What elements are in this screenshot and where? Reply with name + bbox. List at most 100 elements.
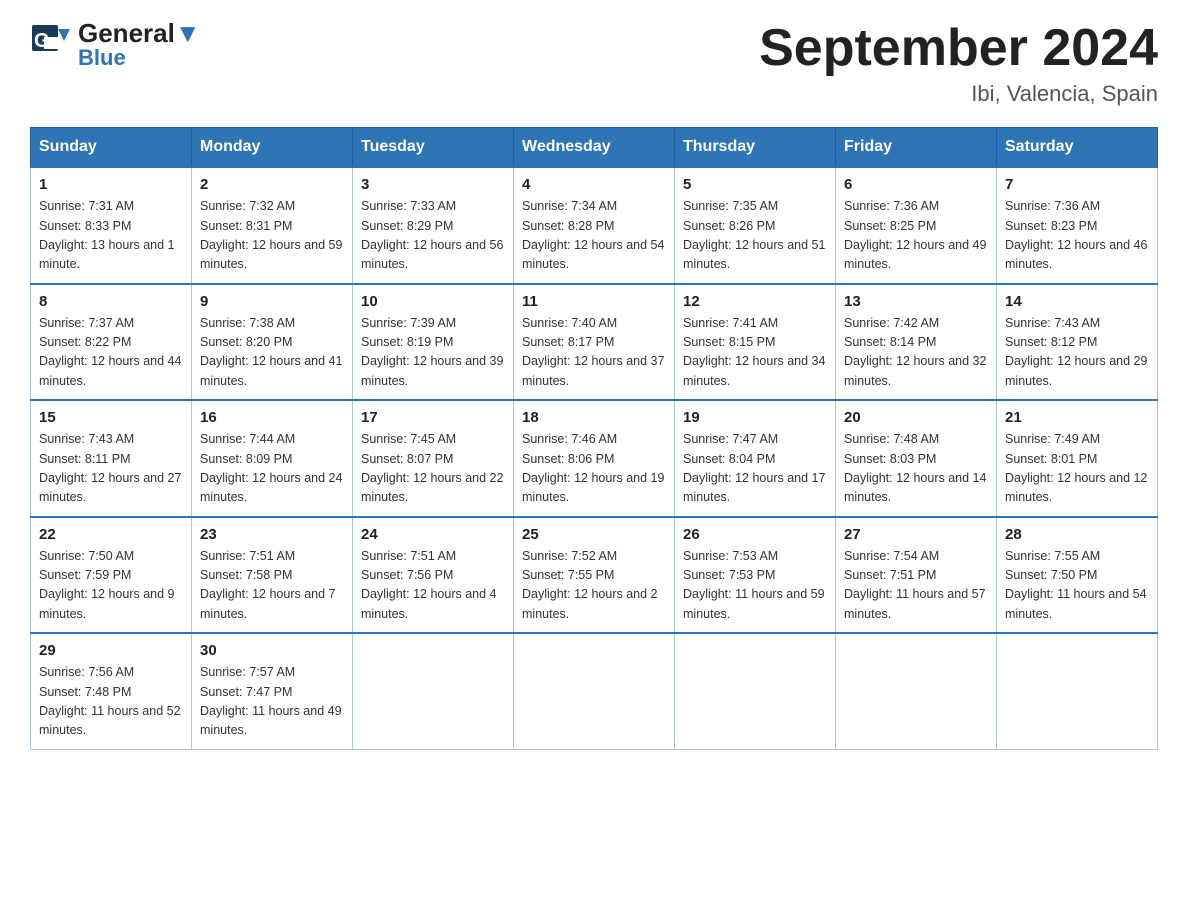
calendar-cell: 1 Sunrise: 7:31 AMSunset: 8:33 PMDayligh… [31,167,192,284]
day-info: Sunrise: 7:48 AMSunset: 8:03 PMDaylight:… [844,430,988,508]
day-info: Sunrise: 7:54 AMSunset: 7:51 PMDaylight:… [844,547,988,625]
day-number: 18 [522,409,666,426]
day-info: Sunrise: 7:36 AMSunset: 8:25 PMDaylight:… [844,197,988,275]
day-number: 9 [200,293,344,310]
day-info: Sunrise: 7:34 AMSunset: 8:28 PMDaylight:… [522,197,666,275]
col-sunday: Sunday [31,128,192,168]
calendar-cell: 15 Sunrise: 7:43 AMSunset: 8:11 PMDaylig… [31,400,192,517]
svg-text:G: G [34,30,50,52]
calendar-cell: 25 Sunrise: 7:52 AMSunset: 7:55 PMDaylig… [514,517,675,634]
col-saturday: Saturday [997,128,1158,168]
day-info: Sunrise: 7:36 AMSunset: 8:23 PMDaylight:… [1005,197,1149,275]
day-number: 29 [39,642,183,659]
day-number: 13 [844,293,988,310]
day-info: Sunrise: 7:53 AMSunset: 7:53 PMDaylight:… [683,547,827,625]
day-info: Sunrise: 7:35 AMSunset: 8:26 PMDaylight:… [683,197,827,275]
logo-icon: G [30,23,74,67]
col-friday: Friday [836,128,997,168]
logo-text-blue: Blue [78,46,201,70]
day-info: Sunrise: 7:47 AMSunset: 8:04 PMDaylight:… [683,430,827,508]
day-info: Sunrise: 7:45 AMSunset: 8:07 PMDaylight:… [361,430,505,508]
day-number: 2 [200,176,344,193]
page-title: September 2024 [759,20,1158,77]
col-monday: Monday [192,128,353,168]
title-section: September 2024 Ibi, Valencia, Spain [759,20,1158,107]
page-subtitle: Ibi, Valencia, Spain [759,81,1158,107]
day-number: 27 [844,526,988,543]
calendar-cell: 20 Sunrise: 7:48 AMSunset: 8:03 PMDaylig… [836,400,997,517]
day-number: 10 [361,293,505,310]
day-info: Sunrise: 7:50 AMSunset: 7:59 PMDaylight:… [39,547,183,625]
day-number: 12 [683,293,827,310]
day-number: 5 [683,176,827,193]
calendar-cell: 22 Sunrise: 7:50 AMSunset: 7:59 PMDaylig… [31,517,192,634]
week-row-3: 15 Sunrise: 7:43 AMSunset: 8:11 PMDaylig… [31,400,1158,517]
calendar-cell: 10 Sunrise: 7:39 AMSunset: 8:19 PMDaylig… [353,284,514,401]
day-info: Sunrise: 7:33 AMSunset: 8:29 PMDaylight:… [361,197,505,275]
calendar-cell: 24 Sunrise: 7:51 AMSunset: 7:56 PMDaylig… [353,517,514,634]
calendar-cell [675,633,836,749]
calendar-cell: 3 Sunrise: 7:33 AMSunset: 8:29 PMDayligh… [353,167,514,284]
day-info: Sunrise: 7:49 AMSunset: 8:01 PMDaylight:… [1005,430,1149,508]
logo: G General▼ Blue [30,20,201,70]
day-number: 15 [39,409,183,426]
day-number: 28 [1005,526,1149,543]
calendar-cell: 19 Sunrise: 7:47 AMSunset: 8:04 PMDaylig… [675,400,836,517]
calendar-cell [514,633,675,749]
day-number: 19 [683,409,827,426]
day-number: 7 [1005,176,1149,193]
day-info: Sunrise: 7:41 AMSunset: 8:15 PMDaylight:… [683,314,827,392]
day-number: 21 [1005,409,1149,426]
week-row-1: 1 Sunrise: 7:31 AMSunset: 8:33 PMDayligh… [31,167,1158,284]
day-number: 11 [522,293,666,310]
calendar-cell: 13 Sunrise: 7:42 AMSunset: 8:14 PMDaylig… [836,284,997,401]
calendar-cell: 5 Sunrise: 7:35 AMSunset: 8:26 PMDayligh… [675,167,836,284]
day-info: Sunrise: 7:55 AMSunset: 7:50 PMDaylight:… [1005,547,1149,625]
day-number: 26 [683,526,827,543]
day-number: 8 [39,293,183,310]
day-number: 22 [39,526,183,543]
calendar-cell: 11 Sunrise: 7:40 AMSunset: 8:17 PMDaylig… [514,284,675,401]
day-number: 17 [361,409,505,426]
page-header: G General▼ Blue September 2024 Ibi, Vale… [30,20,1158,107]
day-number: 23 [200,526,344,543]
day-info: Sunrise: 7:51 AMSunset: 7:58 PMDaylight:… [200,547,344,625]
calendar-cell: 26 Sunrise: 7:53 AMSunset: 7:53 PMDaylig… [675,517,836,634]
day-info: Sunrise: 7:51 AMSunset: 7:56 PMDaylight:… [361,547,505,625]
week-row-4: 22 Sunrise: 7:50 AMSunset: 7:59 PMDaylig… [31,517,1158,634]
week-row-5: 29 Sunrise: 7:56 AMSunset: 7:48 PMDaylig… [31,633,1158,749]
calendar-table: Sunday Monday Tuesday Wednesday Thursday… [30,127,1158,750]
day-info: Sunrise: 7:39 AMSunset: 8:19 PMDaylight:… [361,314,505,392]
calendar-cell: 16 Sunrise: 7:44 AMSunset: 8:09 PMDaylig… [192,400,353,517]
calendar-cell: 30 Sunrise: 7:57 AMSunset: 7:47 PMDaylig… [192,633,353,749]
calendar-cell: 7 Sunrise: 7:36 AMSunset: 8:23 PMDayligh… [997,167,1158,284]
day-info: Sunrise: 7:56 AMSunset: 7:48 PMDaylight:… [39,663,183,741]
day-info: Sunrise: 7:43 AMSunset: 8:11 PMDaylight:… [39,430,183,508]
day-number: 30 [200,642,344,659]
calendar-cell: 9 Sunrise: 7:38 AMSunset: 8:20 PMDayligh… [192,284,353,401]
day-info: Sunrise: 7:42 AMSunset: 8:14 PMDaylight:… [844,314,988,392]
day-number: 3 [361,176,505,193]
day-number: 6 [844,176,988,193]
day-number: 14 [1005,293,1149,310]
calendar-cell [836,633,997,749]
calendar-header-row: Sunday Monday Tuesday Wednesday Thursday… [31,128,1158,168]
col-thursday: Thursday [675,128,836,168]
day-number: 16 [200,409,344,426]
calendar-cell: 12 Sunrise: 7:41 AMSunset: 8:15 PMDaylig… [675,284,836,401]
day-number: 1 [39,176,183,193]
day-number: 20 [844,409,988,426]
day-info: Sunrise: 7:40 AMSunset: 8:17 PMDaylight:… [522,314,666,392]
calendar-cell: 21 Sunrise: 7:49 AMSunset: 8:01 PMDaylig… [997,400,1158,517]
calendar-cell: 18 Sunrise: 7:46 AMSunset: 8:06 PMDaylig… [514,400,675,517]
col-tuesday: Tuesday [353,128,514,168]
day-number: 25 [522,526,666,543]
calendar-cell: 8 Sunrise: 7:37 AMSunset: 8:22 PMDayligh… [31,284,192,401]
day-info: Sunrise: 7:38 AMSunset: 8:20 PMDaylight:… [200,314,344,392]
calendar-cell: 28 Sunrise: 7:55 AMSunset: 7:50 PMDaylig… [997,517,1158,634]
day-info: Sunrise: 7:37 AMSunset: 8:22 PMDaylight:… [39,314,183,392]
week-row-2: 8 Sunrise: 7:37 AMSunset: 8:22 PMDayligh… [31,284,1158,401]
day-info: Sunrise: 7:46 AMSunset: 8:06 PMDaylight:… [522,430,666,508]
calendar-cell: 23 Sunrise: 7:51 AMSunset: 7:58 PMDaylig… [192,517,353,634]
calendar-cell [353,633,514,749]
